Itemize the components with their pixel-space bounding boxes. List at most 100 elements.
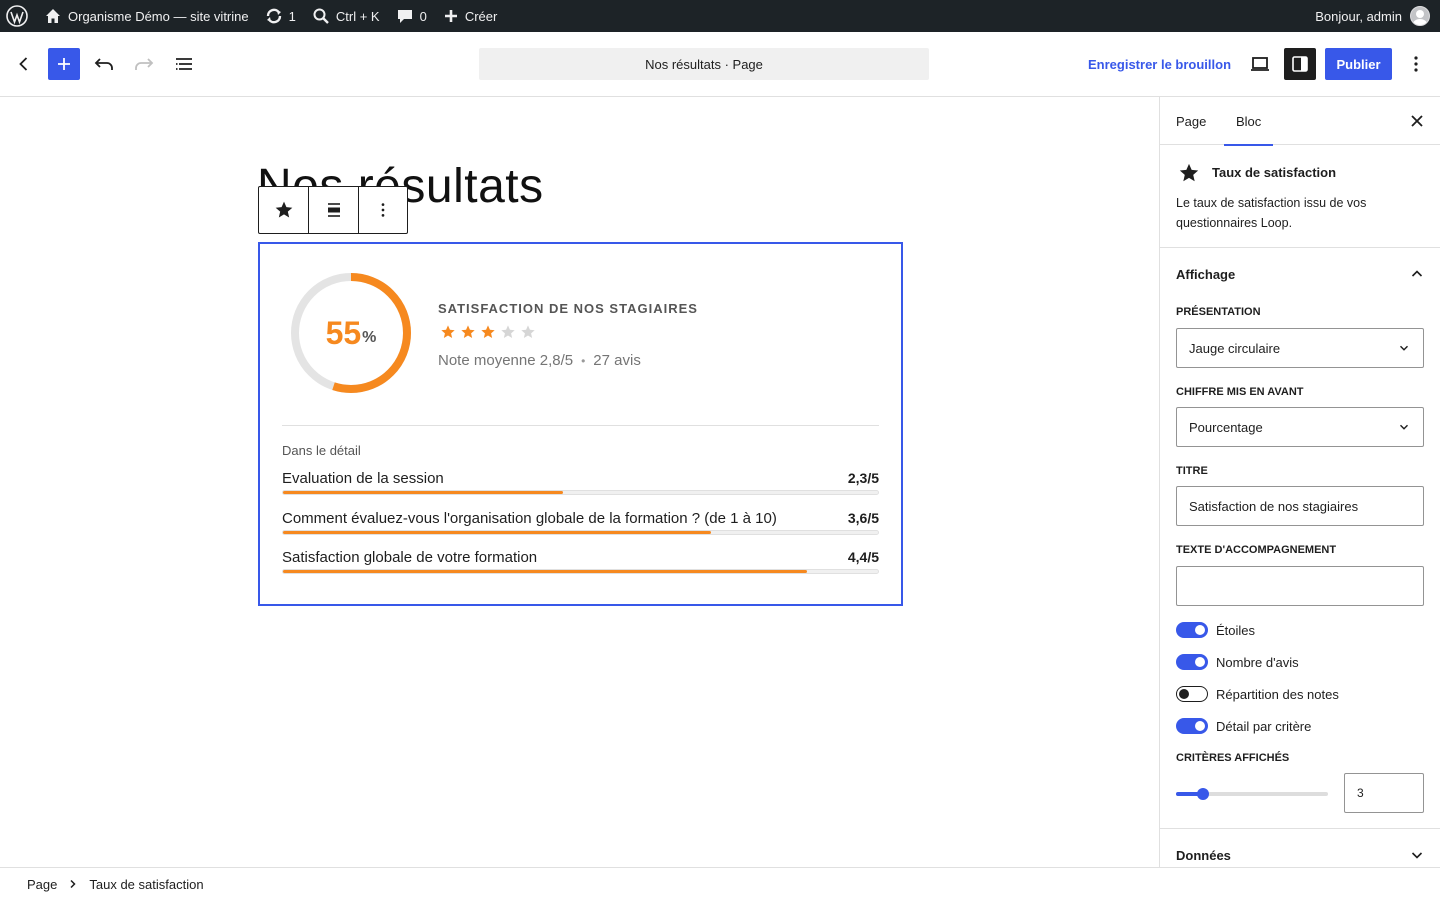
- star-filled-icon: [481, 325, 495, 338]
- comment-icon: [397, 10, 412, 23]
- block-type-button[interactable]: [259, 187, 308, 233]
- account-menu[interactable]: Bonjour, admin: [1307, 0, 1440, 32]
- gauge-value: 55%: [286, 268, 416, 398]
- star-icon: [1179, 163, 1199, 182]
- desktop-icon: [1251, 57, 1269, 71]
- align-button[interactable]: [308, 187, 357, 233]
- breadcrumb-root[interactable]: Page: [27, 877, 57, 892]
- criterion-bar-fill: [283, 531, 712, 534]
- tab-page[interactable]: Page: [1176, 97, 1206, 145]
- star-empty-icon: [521, 325, 535, 338]
- toggle-label: Étoiles: [1216, 622, 1256, 638]
- block-options-button[interactable]: [357, 187, 407, 233]
- criterion-row: Comment évaluez-vous l'organisation glob…: [282, 510, 879, 544]
- toggle-stars[interactable]: Étoiles: [1176, 622, 1255, 638]
- document-title-bar[interactable]: Nos résultats · Page: [479, 48, 929, 80]
- close-sidebar-button[interactable]: [1405, 109, 1429, 133]
- editor-canvas: Nos résultats 55% SATISFACTION DE NOS ST…: [0, 97, 1159, 867]
- site-name-link[interactable]: Organisme Démo — site vitrine: [36, 0, 257, 32]
- search-icon: [313, 8, 329, 24]
- divider: [282, 425, 879, 426]
- toggle-distribution[interactable]: Répartition des notes: [1176, 686, 1339, 702]
- toggle-switch[interactable]: [1176, 686, 1208, 702]
- comments-link[interactable]: 0: [388, 0, 435, 32]
- sidebar-icon: [1292, 56, 1308, 72]
- wordpress-logo-button[interactable]: [0, 0, 36, 32]
- new-content-link[interactable]: Créer: [435, 0, 506, 32]
- highlight-label: CHIFFRE MIS EN AVANT: [1176, 386, 1304, 398]
- tab-block[interactable]: Bloc: [1223, 97, 1274, 146]
- criterion-label: Comment évaluez-vous l'organisation glob…: [282, 510, 777, 527]
- chevron-right-icon: [70, 879, 76, 889]
- highlight-select[interactable]: Pourcentage: [1176, 407, 1424, 447]
- average-rating: Note moyenne 2,8/5: [438, 352, 574, 369]
- toggle-reviews-count[interactable]: Nombre d'avis: [1176, 654, 1299, 670]
- document-overview-button[interactable]: [168, 48, 200, 80]
- block-description: Le taux de satisfaction issu de vos ques…: [1176, 196, 1367, 230]
- breadcrumb-current[interactable]: Taux de satisfaction: [89, 877, 203, 892]
- gauge-unit: %: [362, 329, 377, 346]
- panel-display-title: Affichage: [1176, 266, 1236, 282]
- updates-count: 1: [288, 8, 296, 24]
- star-filled-icon: [441, 325, 455, 338]
- more-vertical-icon: [381, 203, 385, 217]
- criteria-range-slider[interactable]: [1176, 788, 1328, 800]
- toggle-switch[interactable]: [1176, 718, 1208, 734]
- criterion-row: Evaluation de la session 2,3/5: [282, 470, 879, 504]
- publish-button[interactable]: Publier: [1325, 48, 1392, 80]
- back-button[interactable]: [8, 48, 40, 80]
- redo-icon: [135, 58, 154, 70]
- search-shortcut: Ctrl + K: [335, 8, 380, 24]
- undo-icon: [94, 58, 113, 70]
- undo-button[interactable]: [88, 48, 120, 80]
- presentation-label: PRÉSENTATION: [1176, 306, 1261, 318]
- presentation-select[interactable]: Jauge circulaire: [1176, 328, 1424, 368]
- preview-button[interactable]: [1244, 48, 1276, 80]
- panel-data-toggle[interactable]: Données: [1160, 829, 1440, 867]
- criterion-bar-fill: [283, 570, 807, 573]
- block-inserter-button[interactable]: [48, 48, 80, 80]
- block-toolbar: [258, 186, 408, 234]
- chevron-up-icon: [1411, 270, 1423, 277]
- criterion-label: Satisfaction globale de votre formation: [282, 549, 538, 566]
- range-thumb[interactable]: [1197, 788, 1210, 800]
- gauge-number: 55: [325, 314, 362, 351]
- criteria-count-input[interactable]: 3: [1344, 773, 1424, 813]
- title-input[interactable]: Satisfaction de nos stagiaires: [1176, 486, 1424, 526]
- editor-header: Nos résultats · Page Enregistrer le brou…: [0, 32, 1440, 97]
- title-value: Satisfaction de nos stagiaires: [1189, 498, 1359, 514]
- options-menu-button[interactable]: [1400, 48, 1432, 80]
- toggle-label: Détail par critère: [1216, 718, 1312, 734]
- redo-button[interactable]: [128, 48, 160, 80]
- criterion-bar: [282, 490, 879, 495]
- satisfaction-block[interactable]: 55% SATISFACTION DE NOS STAGIAIRES Note …: [258, 242, 903, 606]
- criterion-score: 2,3/5: [847, 470, 879, 486]
- settings-toggle-button[interactable]: [1284, 48, 1316, 80]
- toggle-switch[interactable]: [1176, 654, 1208, 670]
- rating-meta: Note moyenne 2,8/5 • 27 avis: [438, 352, 641, 369]
- chevron-down-icon: [1400, 424, 1408, 430]
- criteria-shown-label: CRITÈRES AFFICHÉS: [1176, 752, 1290, 764]
- updates-link[interactable]: 1: [257, 0, 304, 32]
- toggle-criteria-detail[interactable]: Détail par critère: [1176, 718, 1311, 734]
- star-empty-icon: [501, 325, 515, 338]
- separator-dot: •: [581, 353, 586, 368]
- satisfaction-title: SATISFACTION DE NOS STAGIAIRES: [438, 301, 698, 316]
- block-card: Taux de satisfaction Le taux de satisfac…: [1160, 145, 1440, 248]
- new-content-label: Créer: [464, 8, 498, 24]
- criterion-row: Satisfaction globale de votre formation …: [282, 549, 879, 583]
- chevron-left-icon: [19, 57, 28, 71]
- panel-display-toggle[interactable]: Affichage: [1160, 248, 1440, 300]
- detail-heading: Dans le détail: [282, 443, 361, 458]
- save-draft-button[interactable]: Enregistrer le brouillon: [1082, 48, 1237, 80]
- sidebar-tabs: Page Bloc: [1160, 97, 1440, 146]
- settings-sidebar: Page Bloc Taux de satisfaction Le taux d…: [1159, 97, 1440, 867]
- star-filled-icon: [461, 325, 475, 338]
- command-palette-link[interactable]: Ctrl + K: [304, 0, 388, 32]
- toggle-label: Répartition des notes: [1216, 686, 1339, 702]
- close-icon: [1411, 115, 1423, 127]
- admin-bar: Organisme Démo — site vitrine 1 Ctrl + K…: [0, 0, 1440, 32]
- toggle-switch[interactable]: [1176, 622, 1208, 638]
- presentation-value: Jauge circulaire: [1189, 340, 1281, 356]
- subtext-input[interactable]: [1176, 566, 1424, 606]
